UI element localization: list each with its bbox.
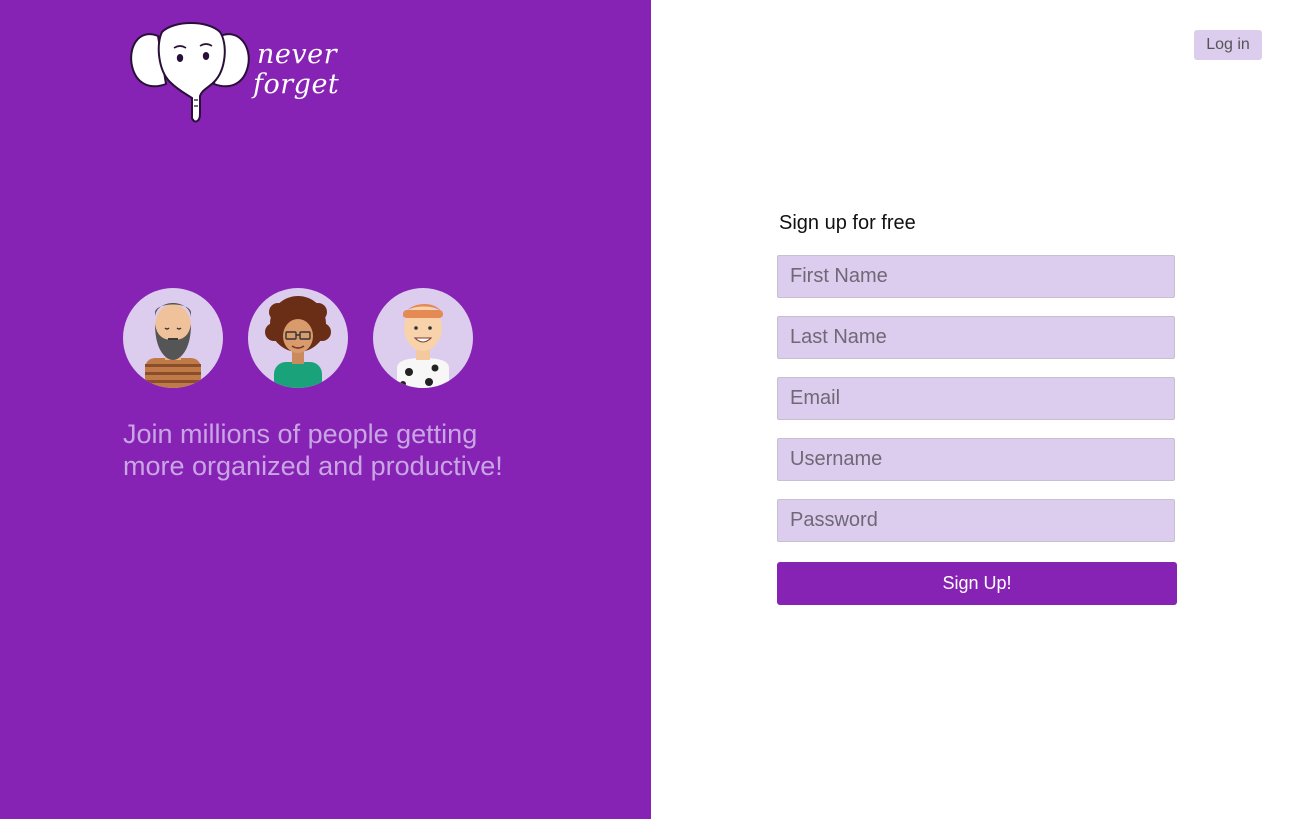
username-input[interactable] bbox=[777, 438, 1175, 481]
logo: never forget bbox=[128, 18, 339, 128]
signup-page: never forget Join millions of people get… bbox=[0, 0, 1302, 819]
password-input[interactable] bbox=[777, 499, 1175, 542]
signup-button[interactable]: Sign Up! bbox=[777, 562, 1177, 605]
smiling-man-avatar bbox=[373, 288, 473, 388]
avatar-group bbox=[123, 288, 483, 390]
bearded-man-avatar bbox=[123, 288, 223, 388]
logo-line-1: never bbox=[257, 39, 338, 70]
login-button[interactable]: Log in bbox=[1194, 30, 1262, 60]
hero-panel: never forget Join millions of people get… bbox=[0, 0, 651, 819]
email-input[interactable] bbox=[777, 377, 1175, 420]
form-title: Sign up for free bbox=[779, 212, 916, 234]
logo-line-2: forget bbox=[253, 69, 340, 100]
curly-hair-woman-avatar bbox=[248, 288, 348, 388]
elephant-icon bbox=[130, 22, 250, 123]
form-panel: Log in Sign up for free Sign Up! bbox=[651, 0, 1302, 819]
first-name-input[interactable] bbox=[777, 255, 1175, 298]
logo-wordmark: never forget bbox=[253, 40, 339, 100]
last-name-input[interactable] bbox=[777, 316, 1175, 359]
tagline: Join millions of people getting more org… bbox=[123, 419, 503, 481]
